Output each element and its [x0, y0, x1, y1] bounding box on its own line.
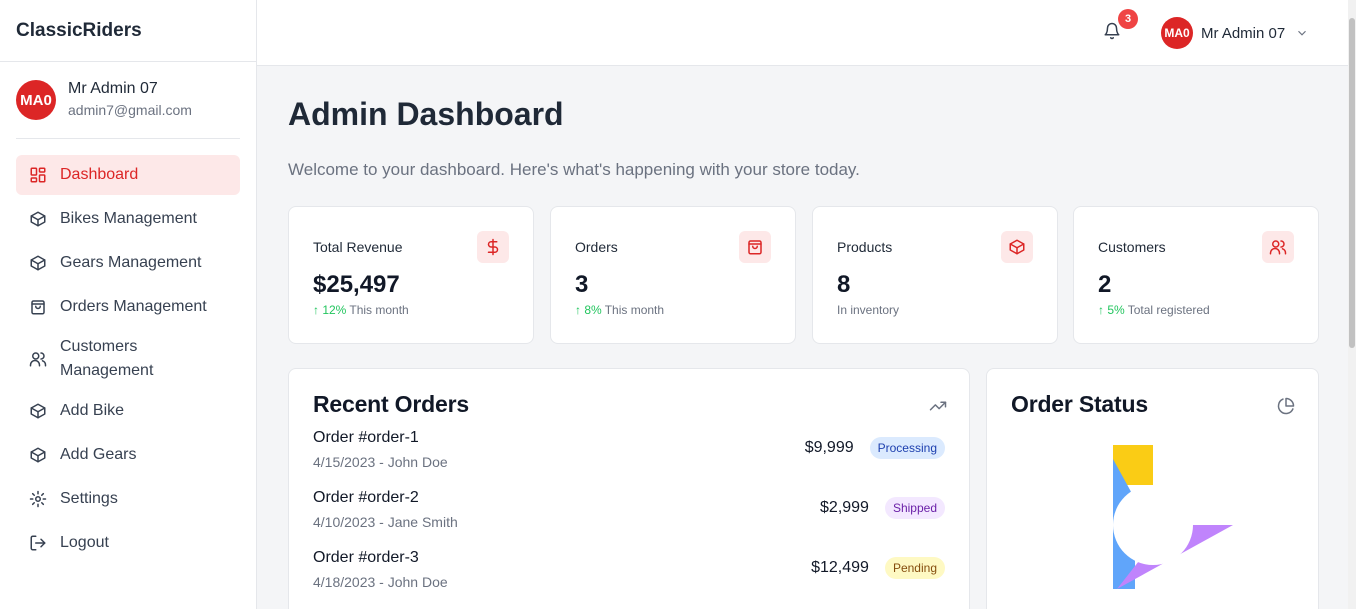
sidebar-item-customers-management[interactable]: Customers Management	[16, 329, 240, 389]
order-meta: 4/15/2023 - John Doe	[313, 454, 448, 470]
sidebar-item-label: Add Bike	[60, 402, 125, 419]
order-status-title: Order Status	[1011, 391, 1148, 417]
sidebar-item-bikes-management[interactable]: Bikes Management	[16, 197, 240, 241]
sidebar-item-label: Logout	[60, 534, 109, 551]
sidebar-item-settings[interactable]: Settings	[16, 477, 240, 521]
stat-note-text: This month	[349, 303, 409, 317]
stat-note-text: In inventory	[837, 303, 900, 317]
sidebar-nav: Dashboard Bikes Management Gears Managem…	[16, 155, 240, 565]
sidebar-item-add-gears[interactable]: Add Gears	[16, 433, 240, 477]
page-subtitle: Welcome to your dashboard. Here's what's…	[288, 160, 860, 179]
topbar: 3 MA0 Mr Admin 07	[257, 0, 1356, 66]
stat-card-products: Products 8 In inventory	[812, 206, 1058, 344]
notification-badge: 3	[1118, 9, 1138, 29]
package-icon	[28, 401, 48, 421]
package-icon	[1001, 231, 1033, 263]
sidebar-item-label: Add Gears	[60, 446, 137, 463]
logout-icon	[28, 533, 48, 553]
brand-logo[interactable]: ClassicRiders	[0, 0, 256, 62]
scrollbar-thumb[interactable]	[1349, 18, 1355, 348]
stat-value: 8	[837, 271, 851, 298]
order-meta: 4/18/2023 - John Doe	[313, 574, 448, 590]
pie-chart-icon	[1277, 397, 1295, 415]
sidebar-item-label: Settings	[60, 490, 118, 507]
page-title: Admin Dashboard	[288, 96, 564, 132]
dashboard-icon	[28, 165, 48, 185]
page-scrollbar[interactable]	[1348, 0, 1356, 609]
order-meta: 4/10/2023 - Jane Smith	[313, 514, 458, 530]
profile-name: Mr Admin 07	[68, 80, 158, 97]
sidebar: ClassicRiders MA0 Mr Admin 07 admin7@gma…	[0, 0, 257, 609]
order-id: Order #order-3	[313, 549, 419, 566]
sidebar-profile: MA0 Mr Admin 07 admin7@gmail.com	[16, 62, 240, 139]
sidebar-item-label: Gears Management	[60, 254, 202, 271]
avatar: MA0	[16, 80, 56, 120]
stat-title: Customers	[1098, 239, 1166, 255]
stat-note-text: Total registered	[1127, 303, 1210, 317]
status-badge: Processing	[869, 437, 945, 459]
stat-note: ↑ 8% This month	[575, 303, 664, 317]
sidebar-item-gears-management[interactable]: Gears Management	[16, 241, 240, 285]
stat-card-orders: Orders 3 ↑ 8% This month	[550, 206, 796, 344]
package-icon	[28, 209, 48, 229]
stat-title: Total Revenue	[313, 239, 403, 255]
order-amount: $12,499	[811, 559, 869, 576]
trending-up-icon	[929, 397, 947, 415]
order-status-chart	[1113, 445, 1233, 589]
stat-note: In inventory	[837, 303, 899, 317]
stat-value: $25,497	[313, 271, 400, 298]
stat-card-revenue: Total Revenue $25,497 ↑ 12% This month	[288, 206, 534, 344]
order-status-card: Order Status	[986, 368, 1319, 609]
sidebar-item-label: Customers Management	[60, 338, 154, 379]
order-id: Order #order-2	[313, 489, 419, 506]
order-id: Order #order-1	[313, 429, 419, 446]
stat-note-text: This month	[604, 303, 665, 317]
order-amount: $2,999	[820, 499, 869, 516]
user-name: Mr Admin 07	[1201, 24, 1286, 42]
order-amount: $9,999	[804, 439, 854, 456]
order-row[interactable]: Order #order-3 4/18/2023 - John Doe $12,…	[313, 549, 945, 597]
package-icon	[28, 445, 48, 465]
sidebar-item-logout[interactable]: Logout	[16, 521, 240, 565]
avatar: MA0	[1161, 17, 1193, 49]
stat-card-customers: Customers 2 ↑ 5% Total registered	[1073, 206, 1319, 344]
sidebar-item-dashboard[interactable]: Dashboard	[16, 155, 240, 195]
stat-title: Orders	[575, 239, 618, 255]
chevron-down-icon	[1295, 26, 1309, 40]
shopping-bag-icon	[28, 297, 48, 317]
sidebar-item-add-bike[interactable]: Add Bike	[16, 389, 240, 433]
stat-value: 2	[1098, 271, 1112, 298]
user-menu[interactable]: MA0 Mr Admin 07	[1161, 17, 1309, 49]
stat-value: 3	[575, 271, 589, 298]
sidebar-item-label: Bikes Management	[60, 210, 197, 227]
gear-icon	[28, 489, 48, 509]
status-badge: Pending	[884, 557, 945, 579]
sidebar-item-orders-management[interactable]: Orders Management	[16, 285, 240, 329]
status-badge: Shipped	[884, 497, 945, 519]
stat-title: Products	[837, 239, 893, 255]
profile-email: admin7@gmail.com	[68, 102, 192, 118]
order-row[interactable]: Order #order-1 4/15/2023 - John Doe $9,9…	[313, 429, 945, 477]
recent-orders-card: Recent Orders Order #order-1 4/15/2023 -…	[288, 368, 970, 609]
trend-up: ↑ 5%	[1098, 303, 1125, 317]
shopping-bag-icon	[739, 231, 771, 263]
trend-up: ↑ 8%	[575, 303, 602, 317]
users-icon	[28, 349, 48, 369]
stat-note: ↑ 12% This month	[313, 303, 409, 317]
trend-up: ↑ 12%	[313, 303, 347, 317]
users-icon	[1262, 231, 1294, 263]
sidebar-item-label: Dashboard	[60, 166, 139, 183]
order-row[interactable]: Order #order-2 4/10/2023 - Jane Smith $2…	[313, 489, 945, 537]
recent-orders-title: Recent Orders	[313, 391, 469, 417]
sidebar-item-label: Orders Management	[60, 298, 207, 315]
package-icon	[28, 253, 48, 273]
stat-note: ↑ 5% Total registered	[1098, 303, 1210, 317]
dollar-icon	[477, 231, 509, 263]
chart-center	[1113, 485, 1193, 565]
